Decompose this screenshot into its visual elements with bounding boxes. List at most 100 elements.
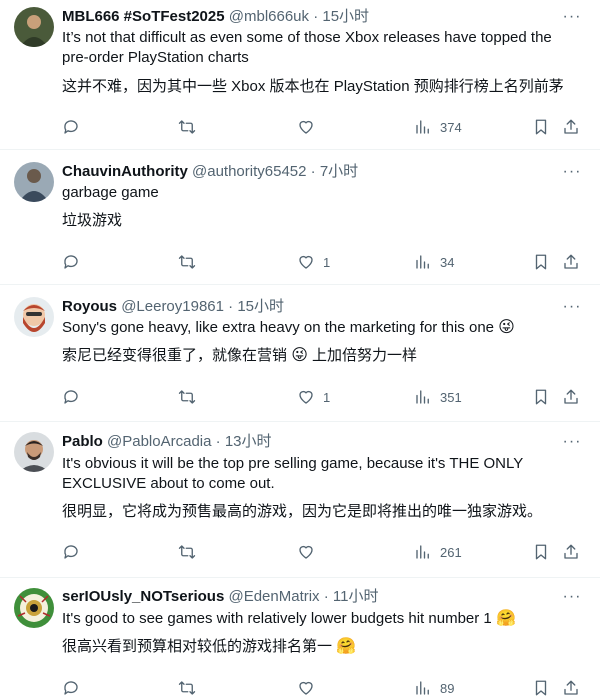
share-icon	[564, 389, 578, 404]
hugging-face-emoji: 🤗	[336, 638, 357, 655]
bookmark-button[interactable]	[532, 678, 550, 698]
bookmark-icon	[535, 389, 547, 405]
bookmark-button[interactable]	[532, 117, 550, 137]
share-button[interactable]	[562, 678, 580, 698]
share-button[interactable]	[562, 117, 580, 137]
like-button[interactable]: 1	[297, 387, 330, 407]
views-button[interactable]: 261	[414, 542, 462, 562]
reply-button[interactable]	[62, 542, 80, 562]
separator: ·	[215, 433, 221, 450]
tweet-header: Pablo @PabloArcadia · 13小时	[62, 432, 560, 452]
timestamp[interactable]: 7小时	[320, 163, 358, 180]
retweet-icon	[178, 120, 196, 134]
more-icon[interactable]: ···	[562, 297, 582, 317]
reply-button[interactable]	[62, 387, 80, 407]
bookmark-icon	[535, 254, 547, 270]
action-bar: 374	[62, 117, 586, 137]
reply-button[interactable]	[62, 117, 80, 137]
hugging-face-emoji: 🤗	[495, 610, 516, 627]
bookmark-button[interactable]	[532, 252, 550, 272]
avatar[interactable]	[14, 7, 54, 47]
timestamp[interactable]: 11小时	[333, 588, 379, 605]
like-button[interactable]	[297, 678, 323, 698]
retweet-button[interactable]	[178, 387, 196, 407]
retweet-button[interactable]	[178, 117, 196, 137]
handle[interactable]: @PabloArcadia	[107, 433, 211, 450]
tweet[interactable]: ChauvinAuthority @authority65452 · 7小时 ·…	[0, 150, 600, 285]
share-button[interactable]	[562, 387, 580, 407]
reply-button[interactable]	[62, 252, 80, 272]
handle[interactable]: @mbl666uk	[229, 8, 309, 25]
display-name[interactable]: Royous	[62, 298, 117, 315]
winking-tongue-emoji: 😜	[291, 347, 308, 364]
view-count: 89	[440, 680, 455, 696]
views-button[interactable]: 351	[414, 387, 462, 407]
more-icon[interactable]: ···	[562, 432, 582, 452]
handle[interactable]: @EdenMatrix	[228, 588, 319, 605]
views-button[interactable]: 89	[414, 678, 454, 698]
retweet-button[interactable]	[178, 252, 196, 272]
display-name[interactable]: MBL666 #SoTFest2025	[62, 8, 225, 25]
like-button[interactable]: 1	[297, 252, 330, 272]
translation-tail: 上加倍努力一样	[312, 347, 418, 364]
timestamp[interactable]: 13小时	[225, 433, 272, 450]
tweet-translation: 垃圾游戏	[62, 212, 123, 229]
tweet[interactable]: Royous @Leeroy19861 · 15小时 ··· Sony's go…	[0, 285, 600, 422]
avatar[interactable]	[14, 297, 54, 337]
display-name[interactable]: Pablo	[62, 433, 103, 450]
handle[interactable]: @authority65452	[192, 163, 306, 180]
tweet-text: Sony's gone heavy, like extra heavy on t…	[62, 318, 578, 338]
view-count: 34	[440, 254, 455, 270]
like-button[interactable]	[297, 117, 323, 137]
display-name[interactable]: serIOUsly_NOTserious	[62, 588, 224, 605]
share-icon	[564, 254, 578, 269]
view-count: 261	[440, 544, 462, 560]
more-icon[interactable]: ···	[562, 162, 582, 182]
views-icon	[416, 545, 429, 559]
reply-icon	[64, 390, 78, 404]
avatar[interactable]	[14, 432, 54, 472]
views-button[interactable]: 374	[414, 117, 462, 137]
separator: ·	[310, 163, 316, 180]
winking-tongue-emoji: 😜	[498, 319, 515, 336]
tweet-header: serIOUsly_NOTserious @EdenMatrix · 11小时	[62, 587, 560, 607]
reply-icon	[64, 255, 78, 269]
retweet-icon	[178, 390, 196, 404]
tweet-text: It’s not that difficult as even some of …	[62, 29, 552, 66]
avatar[interactable]	[14, 162, 54, 202]
share-icon	[564, 680, 578, 695]
reply-icon	[64, 120, 78, 134]
bookmark-button[interactable]	[532, 387, 550, 407]
timestamp[interactable]: 15小时	[237, 298, 284, 315]
bookmark-button[interactable]	[532, 542, 550, 562]
timestamp[interactable]: 15小时	[322, 8, 369, 25]
tweet[interactable]: MBL666 #SoTFest2025 @mbl666uk · 15小时 ···…	[0, 0, 600, 150]
retweet-icon	[178, 545, 196, 559]
share-button[interactable]	[562, 252, 580, 272]
more-icon[interactable]: ···	[562, 7, 582, 27]
reply-icon	[64, 681, 78, 695]
like-button[interactable]	[297, 542, 323, 562]
share-icon	[564, 544, 578, 559]
retweet-button[interactable]	[178, 542, 196, 562]
share-icon	[564, 119, 578, 134]
tweet[interactable]: serIOUsly_NOTserious @EdenMatrix · 11小时 …	[0, 578, 600, 700]
more-icon[interactable]: ···	[562, 587, 582, 607]
avatar[interactable]	[14, 588, 54, 628]
tweet-header: Royous @Leeroy19861 · 15小时	[62, 297, 560, 317]
handle[interactable]: @Leeroy19861	[121, 298, 224, 315]
heart-icon	[299, 255, 313, 269]
like-count: 1	[323, 389, 331, 405]
display-name[interactable]: ChauvinAuthority	[62, 163, 188, 180]
views-button[interactable]: 34	[414, 252, 454, 272]
tweet-translation: 索尼已经变得很重了，就像在营销 😜 上加倍努力一样	[62, 346, 578, 366]
heart-icon	[299, 120, 313, 134]
tweet-text-body: It's good to see games with relatively l…	[62, 610, 492, 627]
tweet[interactable]: Pablo @PabloArcadia · 13小时 ··· It's obvi…	[0, 422, 600, 578]
views-icon	[416, 120, 429, 134]
reply-button[interactable]	[62, 678, 80, 698]
retweet-button[interactable]	[178, 678, 196, 698]
tweet-translation: 很明显，它将成为预售最高的游戏，因为它是即将推出的唯一独家游戏。	[62, 503, 543, 520]
views-icon	[416, 255, 429, 269]
share-button[interactable]	[562, 542, 580, 562]
